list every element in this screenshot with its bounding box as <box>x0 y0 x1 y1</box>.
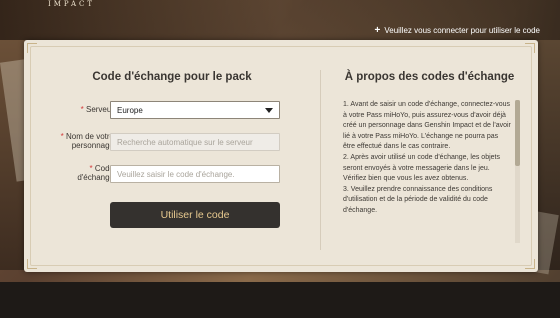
text-fade <box>343 217 511 243</box>
character-name-field: Recherche automatique sur le serveur <box>110 133 280 151</box>
form-title: Code d'échange pour le pack <box>92 71 252 83</box>
about-item: 1. Avant de saisir un code d'échange, co… <box>343 101 511 151</box>
footer-band <box>0 282 560 318</box>
about-title: À propos des codes d'échange <box>344 71 515 83</box>
server-select[interactable]: Europe <box>110 101 280 119</box>
game-logo: IMPACT <box>48 0 96 8</box>
about-item: 3. Veuillez prendre connaissance des con… <box>343 185 493 214</box>
chevron-down-icon <box>265 108 273 113</box>
code-placeholder: Veuillez saisir le code d'échange. <box>117 169 235 179</box>
login-link[interactable]: + Veuillez vous connecter pour utiliser … <box>374 24 541 36</box>
login-hint-text: Veuillez vous connecter pour utiliser le… <box>384 26 540 35</box>
redeem-form: Code d'échange pour le pack * Serveur Eu… <box>24 40 320 272</box>
scrollbar[interactable] <box>515 100 520 243</box>
redeem-button[interactable]: Utiliser le code <box>110 202 280 228</box>
about-item: 2. Après avoir utilisé un code d'échange… <box>343 153 500 183</box>
plus-icon: + <box>374 24 381 36</box>
character-placeholder: Recherche automatique sur le serveur <box>117 137 253 147</box>
redeem-panel: Code d'échange pour le pack * Serveur Eu… <box>24 40 538 272</box>
about-section: À propos des codes d'échange 1. Avant de… <box>321 40 538 272</box>
scrollbar-thumb[interactable] <box>515 100 520 166</box>
about-text: 1. Avant de saisir un code d'échange, co… <box>343 100 511 217</box>
code-label: * Code d'échange <box>77 164 114 182</box>
code-input[interactable]: Veuillez saisir le code d'échange. <box>110 165 280 183</box>
about-text-box: 1. Avant de saisir un code d'échange, co… <box>343 100 511 243</box>
character-label: * Nom de votre personnage <box>60 132 114 150</box>
server-value: Europe <box>117 105 143 115</box>
server-label: * Serveur <box>80 105 114 114</box>
